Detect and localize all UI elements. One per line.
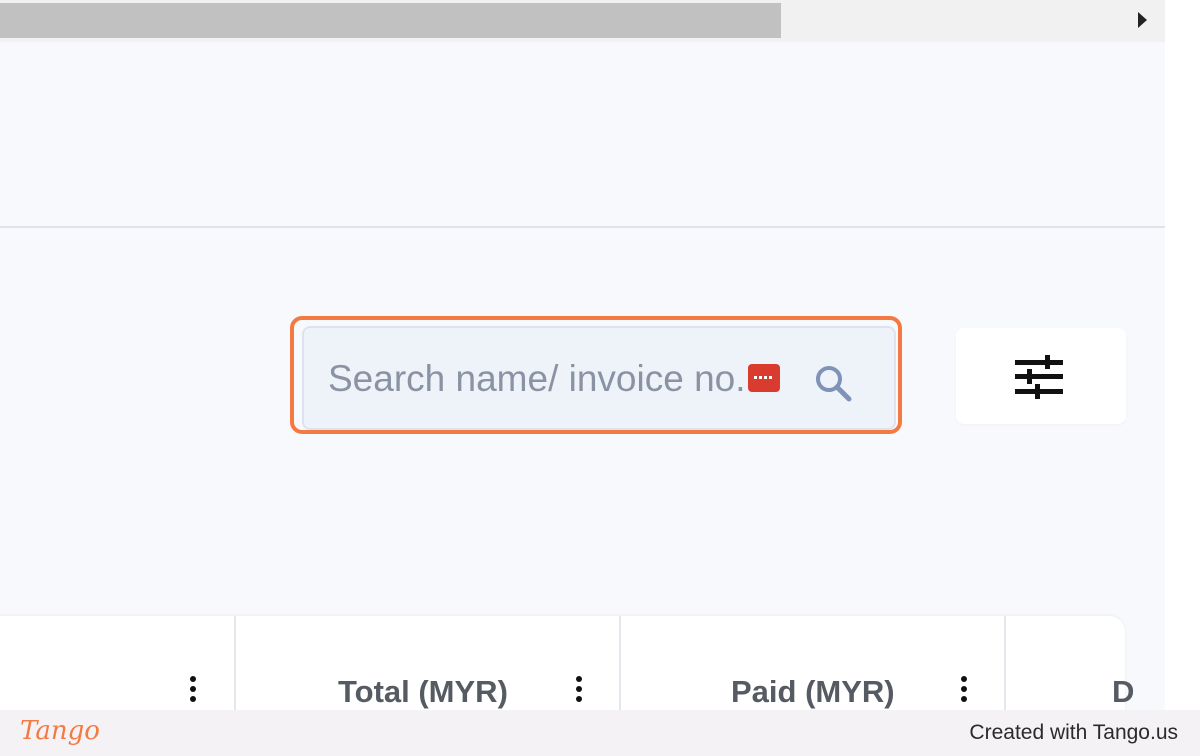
search-input[interactable] xyxy=(328,350,758,408)
screenshot-viewport: Total (MYR) Paid (MYR) D Tango Created w… xyxy=(0,0,1200,756)
filter-button[interactable] xyxy=(956,328,1126,424)
column-header-partial[interactable]: D xyxy=(1006,616,1134,710)
scrollbar-thumb[interactable] xyxy=(0,3,781,38)
column-title-total: Total (MYR) xyxy=(338,674,508,709)
column-header-paid[interactable]: Paid (MYR) xyxy=(621,616,1006,710)
column-header-total[interactable]: Total (MYR) xyxy=(236,616,621,710)
app-content: Total (MYR) Paid (MYR) D xyxy=(0,0,1165,710)
column-title-paid: Paid (MYR) xyxy=(731,674,895,709)
invoice-table-header: Total (MYR) Paid (MYR) D xyxy=(0,616,1134,710)
filter-sliders-icon xyxy=(1015,355,1063,399)
search-icon[interactable] xyxy=(812,362,856,406)
column-title-partial: D xyxy=(1112,674,1135,709)
kebab-menu-icon[interactable] xyxy=(574,676,584,706)
password-manager-icon[interactable] xyxy=(748,364,780,392)
column-header[interactable] xyxy=(0,616,236,710)
kebab-menu-icon[interactable] xyxy=(959,676,969,706)
kebab-menu-icon[interactable] xyxy=(188,676,198,706)
scroll-right-arrow-icon[interactable] xyxy=(1138,12,1147,28)
section-divider xyxy=(0,226,1165,228)
footer-credit: Created with Tango.us xyxy=(969,721,1178,744)
tango-footer: Tango Created with Tango.us xyxy=(0,710,1200,756)
tango-logo: Tango xyxy=(20,716,100,746)
horizontal-scrollbar[interactable] xyxy=(0,0,1165,42)
search-field[interactable] xyxy=(302,326,896,430)
